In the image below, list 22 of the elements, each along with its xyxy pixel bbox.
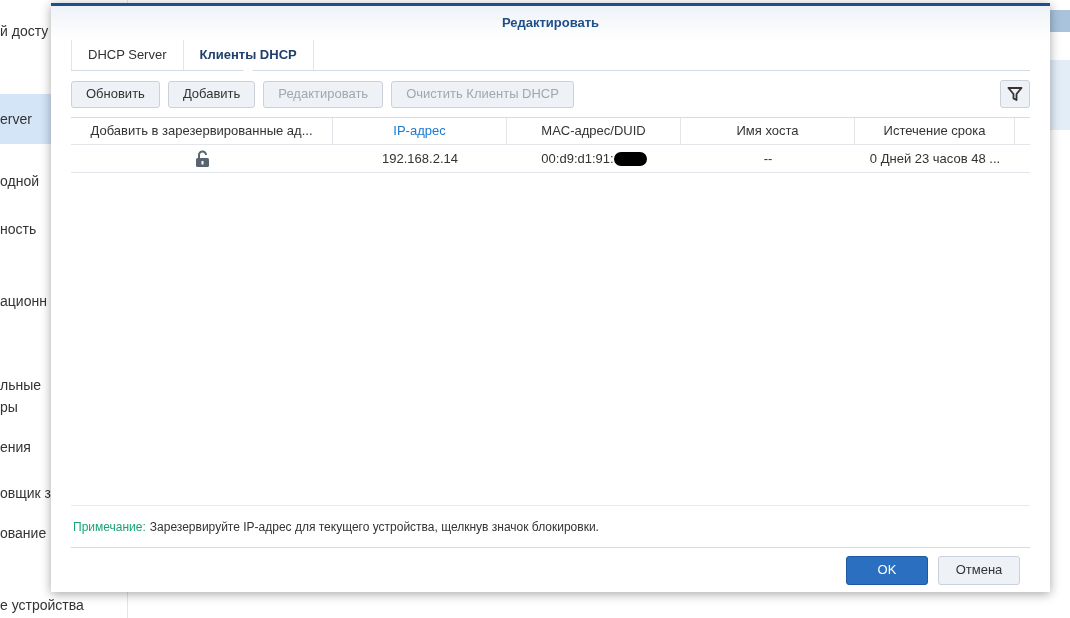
tab[interactable]: DHCP Server	[71, 40, 183, 70]
filter-icon	[1007, 86, 1023, 102]
note-label: Примечание:	[73, 518, 146, 536]
column-header[interactable]: IP-адрес	[333, 118, 507, 144]
table-cell-text: 0 Дней 23 часов 48 ...	[869, 149, 1001, 168]
column-header[interactable]: Имя хоста	[681, 118, 855, 144]
toolbar-button[interactable]: Добавить	[167, 80, 256, 108]
table-cell-text: --	[763, 149, 773, 168]
column-header[interactable]: Добавить в зарезервированные ад...	[71, 118, 333, 144]
column-header[interactable]: MAC-адрес/DUID	[507, 118, 681, 144]
tab[interactable]: Клиенты DHCP	[182, 40, 314, 70]
note-text: Зарезервируйте IP-адрес для текущего устройства, щелкнув значок блокировки.	[149, 518, 599, 536]
filter-button[interactable]	[1000, 80, 1030, 108]
column-header[interactable]: Истечение срока	[855, 118, 1015, 144]
open-padlock-icon[interactable]	[194, 150, 210, 167]
table-cell-text: 192.168.2.14	[382, 149, 458, 168]
dialog-title: Редактировать	[501, 14, 600, 33]
ok-button[interactable]: OK	[846, 555, 928, 585]
cancel-button[interactable]: Отмена	[938, 555, 1020, 585]
table-cell-text: 00:d9:d1:91:	[541, 149, 614, 168]
sidebar-item[interactable]: е устройства	[0, 594, 127, 616]
toolbar-button[interactable]: Обновить	[71, 80, 160, 108]
